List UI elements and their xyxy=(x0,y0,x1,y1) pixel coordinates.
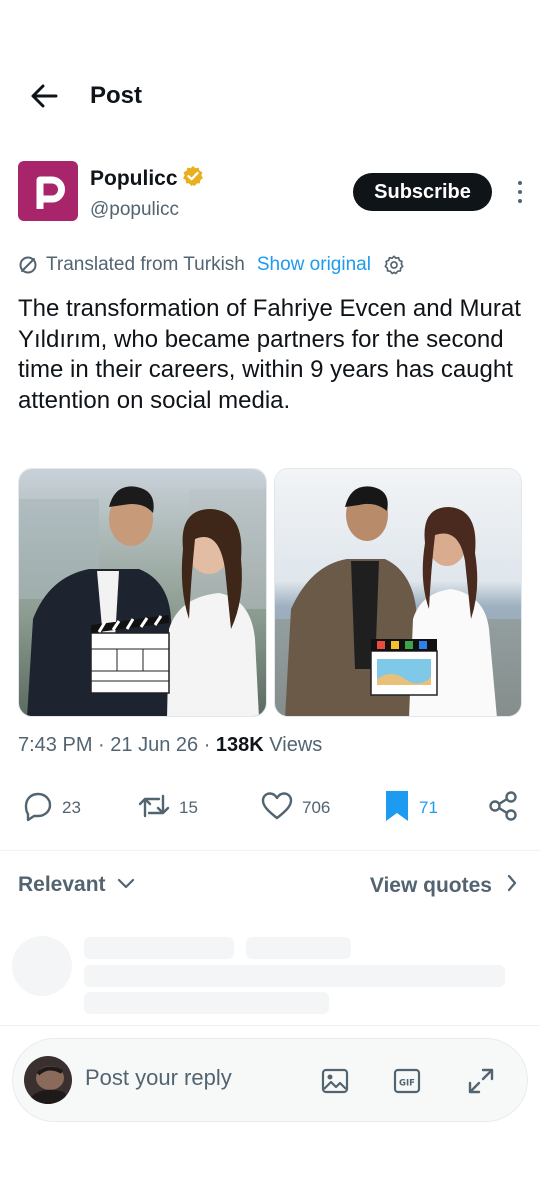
repost-button[interactable]: 15 xyxy=(137,787,198,829)
post-image-2[interactable] xyxy=(273,468,522,717)
view-quotes-link[interactable]: View quotes xyxy=(370,873,518,899)
image-icon[interactable] xyxy=(319,1065,351,1097)
replies-sort-row: Relevant View quotes xyxy=(18,870,518,904)
more-options-icon[interactable] xyxy=(514,179,526,205)
views-count[interactable]: 138K xyxy=(216,734,264,756)
user-avatar[interactable] xyxy=(24,1056,72,1104)
reply-icon xyxy=(22,790,54,827)
divider xyxy=(0,850,540,851)
share-icon xyxy=(487,790,519,827)
post-time: 7:43 PM xyxy=(18,734,93,756)
svg-text:GIF: GIF xyxy=(399,1079,415,1089)
post-meta: 7:43 PM · 21 Jun 26 · 138K Views xyxy=(18,734,322,757)
expand-icon[interactable] xyxy=(465,1065,497,1097)
post-media xyxy=(18,468,522,717)
subscribe-button[interactable]: Subscribe xyxy=(353,173,492,211)
bookmark-icon xyxy=(383,789,411,828)
author-handle[interactable]: @populicc xyxy=(90,199,179,221)
share-button[interactable] xyxy=(487,787,519,829)
skeleton-line xyxy=(246,937,351,959)
reply-input[interactable]: Post your reply xyxy=(85,1065,232,1091)
gif-icon[interactable]: GIF xyxy=(391,1065,423,1097)
translate-icon xyxy=(18,255,38,275)
like-button[interactable]: 706 xyxy=(260,787,330,829)
sort-label: Relevant xyxy=(18,873,106,896)
meta-separator: · xyxy=(203,734,216,756)
sort-dropdown[interactable]: Relevant xyxy=(18,873,136,897)
post-text: The transformation of Fahriye Evcen and … xyxy=(18,295,521,414)
skeleton-line xyxy=(84,992,329,1014)
divider xyxy=(0,1025,540,1026)
meta-separator: · xyxy=(98,734,111,756)
post-date: 21 Jun 26 xyxy=(110,734,199,756)
bookmark-count: 71 xyxy=(419,798,438,817)
reply-count: 23 xyxy=(62,798,81,817)
post-author: Populicc @populicc Subscribe xyxy=(18,161,526,223)
author-avatar[interactable] xyxy=(18,161,78,221)
top-bar: Post xyxy=(0,70,540,122)
chevron-down-icon xyxy=(116,873,136,897)
translation-settings-icon[interactable] xyxy=(383,254,405,276)
reply-composer: Post your reply GIF xyxy=(12,1038,528,1122)
repost-icon xyxy=(137,790,171,827)
repost-count: 15 xyxy=(179,798,198,817)
like-count: 706 xyxy=(302,798,331,817)
views-label: Views xyxy=(269,734,323,756)
translation-notice: Translated from Turkish Show original xyxy=(18,250,405,280)
author-display-name[interactable]: Populicc xyxy=(90,167,178,191)
skeleton-line xyxy=(84,965,505,987)
chevron-right-icon xyxy=(506,873,518,899)
view-quotes-label: View quotes xyxy=(369,874,492,897)
back-arrow-icon[interactable] xyxy=(28,80,68,112)
author-name-row: Populicc xyxy=(90,165,204,192)
post-image-1[interactable] xyxy=(18,468,267,717)
translated-from-label: Translated from Turkish xyxy=(46,254,245,275)
reply-button[interactable]: 23 xyxy=(22,787,81,829)
show-original-link[interactable]: Show original xyxy=(257,254,371,276)
page-title: Post xyxy=(90,82,143,109)
bookmark-button[interactable]: 71 xyxy=(383,787,438,829)
heart-icon xyxy=(260,790,294,827)
skeleton-avatar xyxy=(12,936,72,996)
skeleton-line xyxy=(84,937,234,959)
action-bar: 23 15 706 71 xyxy=(0,787,540,829)
verified-badge-icon xyxy=(182,165,204,192)
